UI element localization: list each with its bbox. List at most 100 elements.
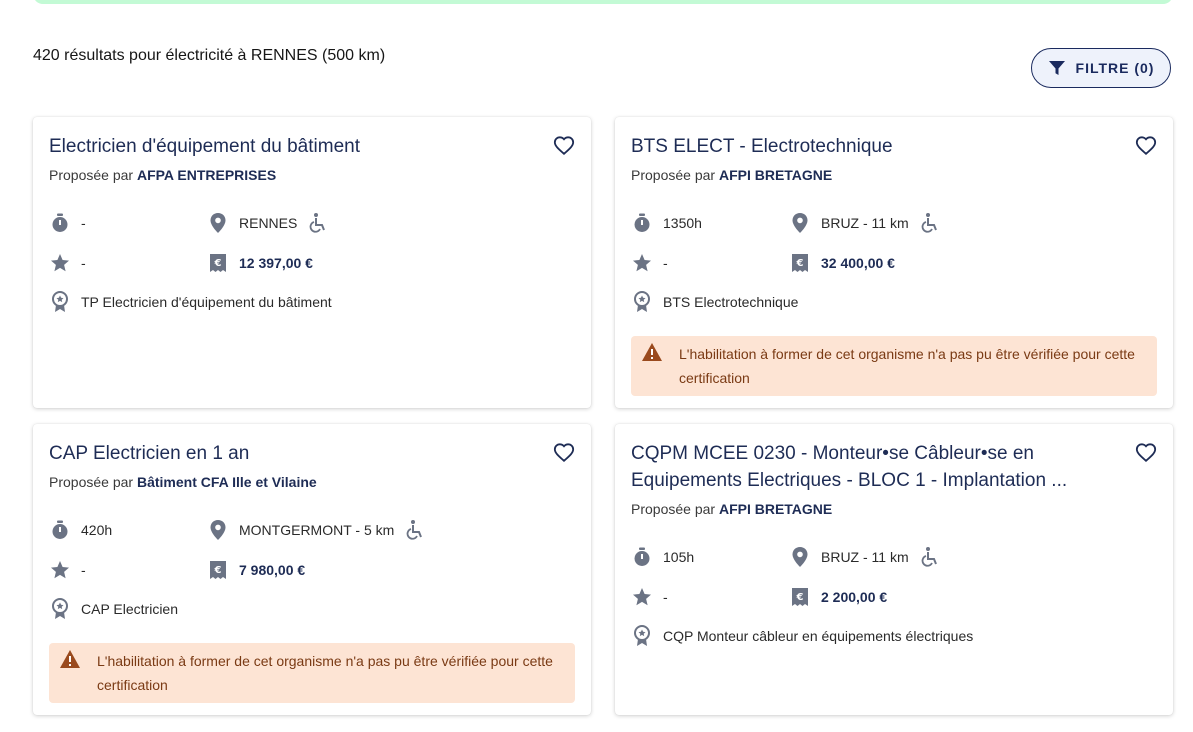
map-pin-icon (207, 519, 229, 541)
rating-value: - (81, 255, 86, 271)
duration-value: 420h (81, 522, 113, 538)
rating-row: - (49, 252, 86, 274)
svg-text:€: € (796, 258, 804, 269)
price-value: 32 400,00 € (821, 255, 895, 271)
card-title[interactable]: Electricien d'équipement du bâtiment (49, 133, 531, 160)
wheelchair-icon (404, 519, 426, 541)
wheelchair-icon (919, 546, 941, 568)
results-summary: 420 résultats pour électricité à RENNES … (33, 47, 386, 64)
habilitation-warning: L'habilitation à former de cet organisme… (49, 643, 575, 703)
duration-row: 420h (49, 519, 112, 541)
card-title[interactable]: CAP Electricien en 1 an (49, 440, 531, 467)
location-value: MONTGERMONT - 5 km (239, 522, 395, 538)
star-icon (49, 252, 71, 274)
stopwatch-icon (631, 546, 653, 568)
rating-value: - (81, 562, 86, 578)
warning-text: L'habilitation à former de cet organisme… (97, 653, 553, 693)
price-row: € 7 980,00 € (207, 559, 305, 581)
price-row: € 32 400,00 € (789, 252, 895, 274)
duration-row: 105h (631, 546, 694, 568)
certificate-badge-icon (631, 291, 653, 313)
rating-row: - (49, 559, 86, 581)
provider-prefix: Proposée par (49, 167, 134, 183)
training-card[interactable]: Electricien d'équipement du bâtiment Pro… (33, 117, 591, 408)
warning-triangle-icon (60, 650, 80, 668)
filter-button[interactable]: FILTRE (0) (1031, 48, 1171, 88)
certificate-badge-icon (49, 598, 71, 620)
location-row: RENNES (207, 212, 329, 234)
location-row: BRUZ - 11 km (789, 212, 941, 234)
provider-prefix: Proposée par (631, 167, 716, 183)
euro-receipt-icon: € (789, 252, 811, 274)
svg-text:€: € (796, 592, 804, 603)
provider-line: Proposée par Bâtiment CFA Ille et Vilain… (49, 474, 317, 490)
provider-name: AFPA ENTREPRISES (136, 167, 277, 183)
card-title[interactable]: BTS ELECT - Electrotechnique (631, 133, 1113, 160)
top-banner (33, 0, 1173, 4)
stopwatch-icon (49, 519, 71, 541)
svg-text:€: € (214, 565, 222, 576)
map-pin-icon (789, 212, 811, 234)
card-title[interactable]: CQPM MCEE 0230 - Monteur•se Câbleur•se e… (631, 440, 1113, 494)
provider-name: Bâtiment CFA Ille et Vilaine (136, 474, 317, 490)
provider-name: AFPI BRETAGNE (718, 501, 833, 517)
location-row: BRUZ - 11 km (789, 546, 941, 568)
duration-value: - (81, 215, 86, 231)
training-card[interactable]: BTS ELECT - Electrotechnique Proposée pa… (615, 117, 1173, 408)
filter-label: FILTRE (0) (1075, 60, 1155, 76)
certification-row: BTS Electrotechnique (631, 291, 798, 313)
certification-row: CAP Electricien (49, 598, 178, 620)
provider-prefix: Proposée par (631, 501, 716, 517)
rating-row: - (631, 586, 668, 608)
heart-outline-icon[interactable] (1135, 135, 1157, 157)
rating-row: - (631, 252, 668, 274)
warning-triangle-icon (642, 343, 662, 361)
certification-value: BTS Electrotechnique (663, 294, 799, 310)
wheelchair-icon (919, 212, 941, 234)
svg-text:€: € (214, 258, 222, 269)
map-pin-icon (207, 212, 229, 234)
price-row: € 12 397,00 € (207, 252, 313, 274)
duration-row: 1350h (631, 212, 702, 234)
provider-line: Proposée par AFPI BRETAGNE (631, 167, 832, 183)
training-card[interactable]: CQPM MCEE 0230 - Monteur•se Câbleur•se e… (615, 424, 1173, 715)
star-icon (631, 252, 653, 274)
location-value: RENNES (239, 215, 298, 231)
certificate-badge-icon (49, 291, 71, 313)
certification-row: TP Electricien d'équipement du bâtiment (49, 291, 332, 313)
certification-value: CQP Monteur câbleur en équipements élect… (663, 628, 974, 644)
euro-receipt-icon: € (789, 586, 811, 608)
location-value: BRUZ - 11 km (821, 549, 909, 565)
provider-line: Proposée par AFPA ENTREPRISES (49, 167, 276, 183)
funnel-icon (1048, 61, 1065, 75)
star-icon (631, 586, 653, 608)
map-pin-icon (789, 546, 811, 568)
heart-outline-icon[interactable] (553, 135, 575, 157)
rating-value: - (663, 589, 668, 605)
price-row: € 2 200,00 € (789, 586, 887, 608)
euro-receipt-icon: € (207, 252, 229, 274)
stopwatch-icon (49, 212, 71, 234)
duration-row: - (49, 212, 86, 234)
provider-prefix: Proposée par (49, 474, 134, 490)
location-value: BRUZ - 11 km (821, 215, 909, 231)
price-value: 2 200,00 € (821, 589, 888, 605)
heart-outline-icon[interactable] (553, 442, 575, 464)
certification-value: TP Electricien d'équipement du bâtiment (81, 294, 332, 310)
training-card[interactable]: CAP Electricien en 1 an Proposée par Bât… (33, 424, 591, 715)
price-value: 7 980,00 € (239, 562, 306, 578)
habilitation-warning: L'habilitation à former de cet organisme… (631, 336, 1157, 396)
euro-receipt-icon: € (207, 559, 229, 581)
duration-value: 105h (663, 549, 695, 565)
location-row: MONTGERMONT - 5 km (207, 519, 426, 541)
certification-row: CQP Monteur câbleur en équipements élect… (631, 625, 973, 647)
certification-value: CAP Electricien (81, 601, 179, 617)
price-value: 12 397,00 € (239, 255, 313, 271)
heart-outline-icon[interactable] (1135, 442, 1157, 464)
rating-value: - (663, 255, 668, 271)
provider-line: Proposée par AFPI BRETAGNE (631, 501, 832, 517)
wheelchair-icon (307, 212, 329, 234)
provider-name: AFPI BRETAGNE (718, 167, 833, 183)
duration-value: 1350h (663, 215, 702, 231)
star-icon (49, 559, 71, 581)
